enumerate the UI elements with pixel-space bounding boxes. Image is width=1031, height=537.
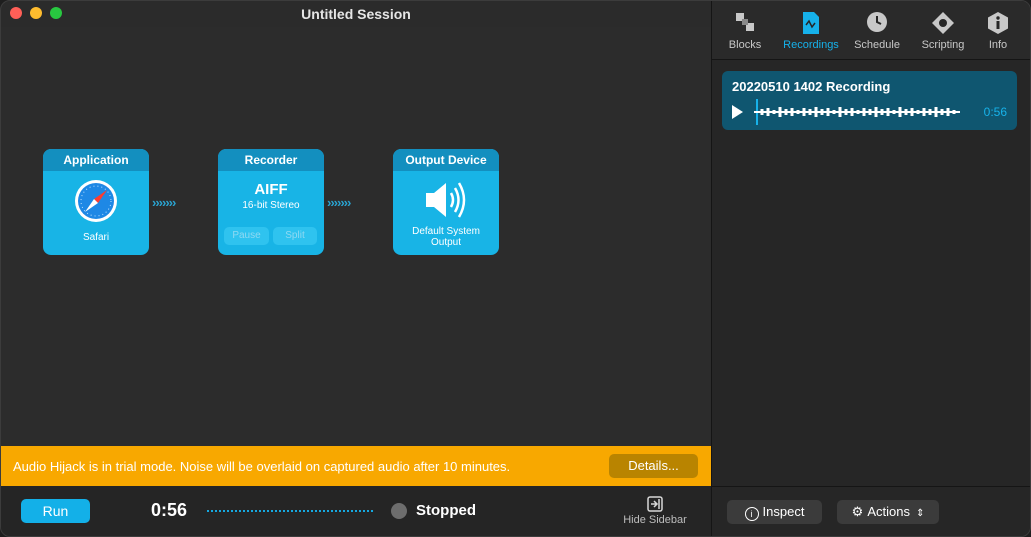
actions-button[interactable]: ⚙ Actions ⇕ [837, 500, 939, 524]
sidebar-footer: i Inspect ⚙ Actions ⇕ [712, 486, 1030, 536]
play-icon[interactable] [732, 105, 743, 119]
status-indicator [391, 503, 407, 519]
progress-dots [207, 510, 373, 512]
connector-2: ››››››› [327, 195, 351, 210]
recordings-icon [778, 11, 844, 35]
application-block-header: Application [43, 149, 149, 171]
sidebar-tabs: Blocks Recordings Schedule Scripting Inf… [712, 1, 1030, 60]
zoom-button[interactable] [50, 7, 62, 19]
inspect-button[interactable]: i Inspect [727, 500, 822, 524]
tab-scripting[interactable]: Scripting [910, 11, 976, 51]
info-icon [976, 11, 1020, 35]
hide-sidebar-button[interactable]: Hide Sidebar [615, 496, 695, 526]
window-title: Untitled Session [301, 6, 411, 22]
trial-banner: Audio Hijack is in trial mode. Noise wil… [1, 446, 711, 486]
tab-recordings[interactable]: Recordings [778, 11, 844, 51]
application-block[interactable]: Application Safari [43, 149, 149, 255]
tab-recordings-label: Recordings [783, 39, 839, 51]
session-toolbar: Run 0:56 Stopped Hide Sidebar [1, 486, 711, 536]
app-window: Untitled Session Application Safari ››››… [0, 0, 1031, 537]
speaker-icon [393, 179, 499, 226]
recorder-block-header: Recorder [218, 149, 324, 171]
recording-duration: 0:56 [983, 105, 1007, 119]
output-block-header: Output Device [393, 149, 499, 171]
output-device-name: Default System Output [412, 226, 480, 248]
application-name: Safari [82, 232, 110, 243]
tab-info-label: Info [988, 39, 1008, 51]
window-controls [10, 7, 62, 19]
session-canvas[interactable]: Application Safari ››››››› Recorder AIFF… [1, 27, 711, 446]
recorder-block[interactable]: Recorder AIFF 16-bit Stereo Pause Split [218, 149, 324, 255]
close-button[interactable] [10, 7, 22, 19]
actions-label: Actions [867, 504, 910, 519]
tab-blocks-label: Blocks [728, 39, 762, 51]
split-button[interactable]: Split [273, 227, 317, 245]
tab-schedule[interactable]: Schedule [844, 11, 910, 51]
output-device-block[interactable]: Output Device Default System Output [393, 149, 499, 255]
connector-1: ››››››› [152, 195, 176, 210]
scripting-icon [910, 11, 976, 35]
recorder-detail: 16-bit Stereo [242, 200, 300, 211]
tab-schedule-label: Schedule [854, 39, 900, 51]
safari-icon [43, 179, 149, 228]
recorder-format: AIFF [254, 181, 288, 198]
details-button[interactable]: Details... [609, 454, 698, 478]
tab-info[interactable]: Info [976, 11, 1020, 51]
minimize-button[interactable] [30, 7, 42, 19]
tab-blocks[interactable]: Blocks [712, 11, 778, 51]
blocks-icon [712, 11, 778, 35]
trial-message: Audio Hijack is in trial mode. Noise wil… [13, 459, 511, 474]
info-circle-icon: i [744, 507, 759, 521]
clock-icon [844, 11, 910, 35]
hide-sidebar-label: Hide Sidebar [623, 514, 687, 526]
titlebar: Untitled Session [1, 1, 711, 27]
waveform[interactable] [754, 99, 960, 125]
recording-item[interactable]: 20220510 1402 Recording 0:56 [722, 71, 1017, 130]
tab-scripting-label: Scripting [921, 39, 965, 51]
recording-title: 20220510 1402 Recording [732, 79, 891, 94]
pause-button[interactable]: Pause [224, 227, 269, 245]
elapsed-timer: 0:56 [151, 500, 188, 520]
sidebar: Blocks Recordings Schedule Scripting Inf… [711, 1, 1030, 536]
run-button[interactable]: Run [21, 499, 90, 523]
gear-icon: ⚙ [851, 504, 864, 519]
inspect-label: Inspect [762, 504, 805, 519]
chevron-updown-icon: ⇕ [915, 508, 925, 519]
status-text: Stopped [416, 502, 476, 519]
hide-sidebar-icon [615, 496, 695, 514]
